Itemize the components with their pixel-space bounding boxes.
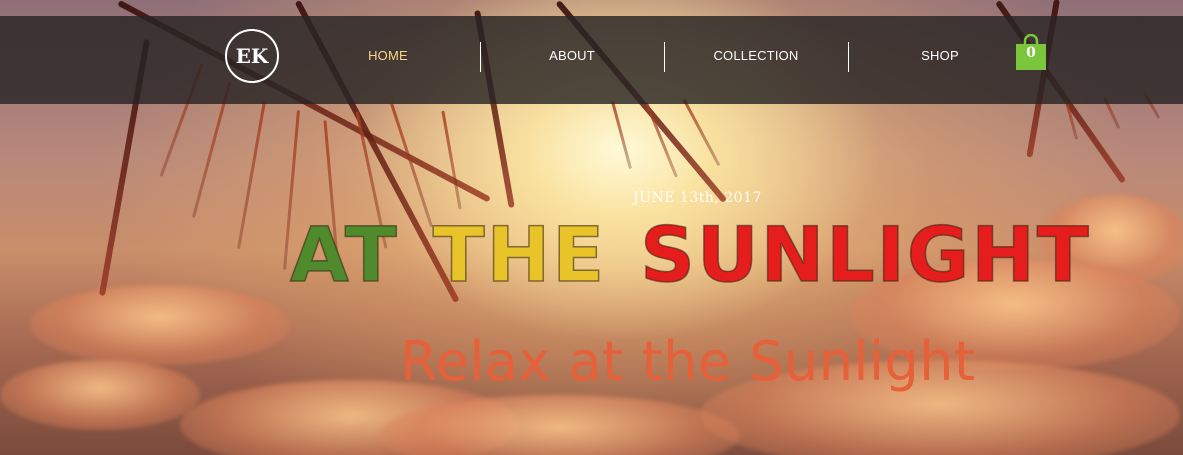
nav-item-about[interactable]: ABOUT	[480, 48, 664, 63]
hero-title-word: AT	[289, 209, 399, 300]
nav-item-shop[interactable]: SHOP	[848, 48, 1032, 63]
cloud	[30, 285, 290, 365]
logo[interactable]: EK	[225, 29, 279, 83]
hero-title-word: THE	[432, 209, 607, 300]
nav-item-home[interactable]: HOME	[296, 48, 480, 63]
hero-subtitle: Relax at the Sunlight	[400, 330, 976, 393]
top-navbar: EK HOME ABOUT COLLECTION SHOP 0	[0, 16, 1183, 104]
cart-count: 0	[1026, 45, 1036, 61]
hero-banner: EK HOME ABOUT COLLECTION SHOP 0 JUNE 13t…	[0, 0, 1183, 455]
hero-title-word: SUNLIGHT	[639, 209, 1091, 300]
cart-button[interactable]: 0	[1015, 33, 1047, 70]
hero-title: AT THE SUNLIGHT	[289, 209, 1120, 310]
post-date: JUNE 13th, 2017	[633, 190, 762, 206]
cloud	[0, 360, 200, 430]
nav-item-collection[interactable]: COLLECTION	[664, 48, 848, 63]
